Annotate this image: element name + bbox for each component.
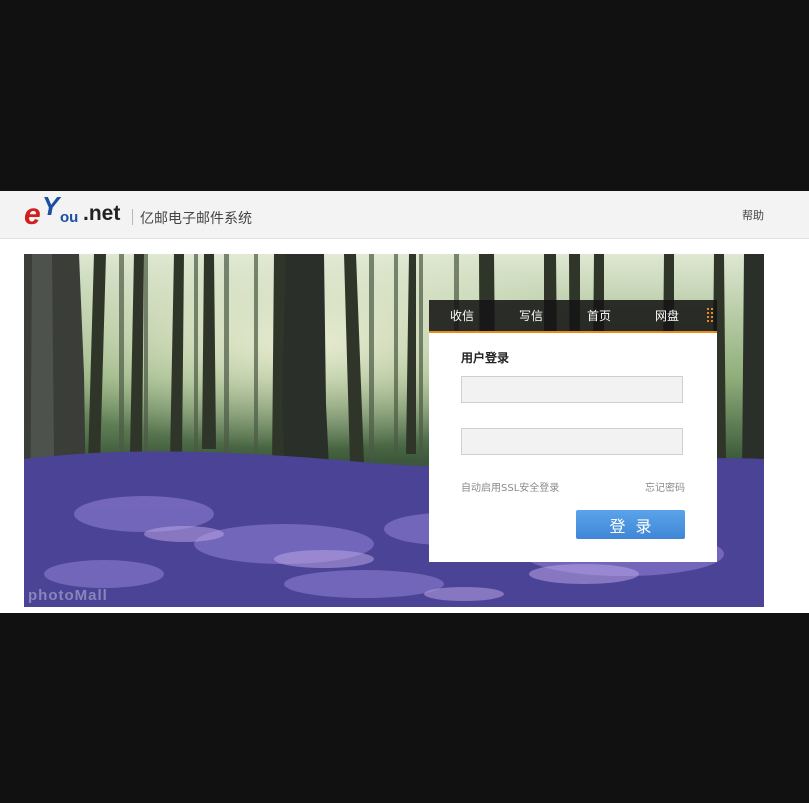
logo-net: .net <box>83 202 121 225</box>
tab-compose[interactable]: 写信 <box>519 307 543 324</box>
ssl-option-label[interactable]: 自动启用SSL安全登录 <box>461 479 559 494</box>
help-link[interactable]: 帮助 <box>742 207 764 223</box>
tab-netdisk[interactable]: 网盘 <box>655 307 679 324</box>
grid-dots-icon[interactable] <box>707 308 715 324</box>
logo-y: Y <box>42 191 60 221</box>
tab-inbox[interactable]: 收信 <box>450 307 474 324</box>
login-form: 用户登录 自动启用SSL安全登录 忘记密码 登录 <box>429 333 717 562</box>
login-title: 用户登录 <box>461 351 510 365</box>
logo-e: e <box>24 198 41 231</box>
tab-home[interactable]: 首页 <box>587 307 611 324</box>
header: e Y ou .net 亿邮电子邮件系统 帮助 <box>0 191 809 239</box>
header-divider <box>132 209 133 225</box>
forest-banner: photoMall 收信 写信 首页 网盘 用户登录 自动启用SSL安全登录 忘… <box>24 254 764 607</box>
site-title: 亿邮电子邮件系统 <box>140 211 252 227</box>
logo-ou: ou <box>60 209 79 226</box>
forgot-password-link[interactable]: 忘记密码 <box>645 479 685 494</box>
quick-nav-tabs: 收信 写信 首页 网盘 <box>429 300 717 333</box>
username-input[interactable] <box>461 376 683 403</box>
login-button[interactable]: 登录 <box>576 510 685 539</box>
page: e Y ou .net 亿邮电子邮件系统 帮助 photoMall 收信 写信 … <box>0 191 809 613</box>
watermark: photoMall <box>28 587 108 604</box>
login-panel: 收信 写信 首页 网盘 用户登录 自动启用SSL安全登录 忘记密码 登录 <box>429 300 717 562</box>
password-input[interactable] <box>461 428 683 455</box>
